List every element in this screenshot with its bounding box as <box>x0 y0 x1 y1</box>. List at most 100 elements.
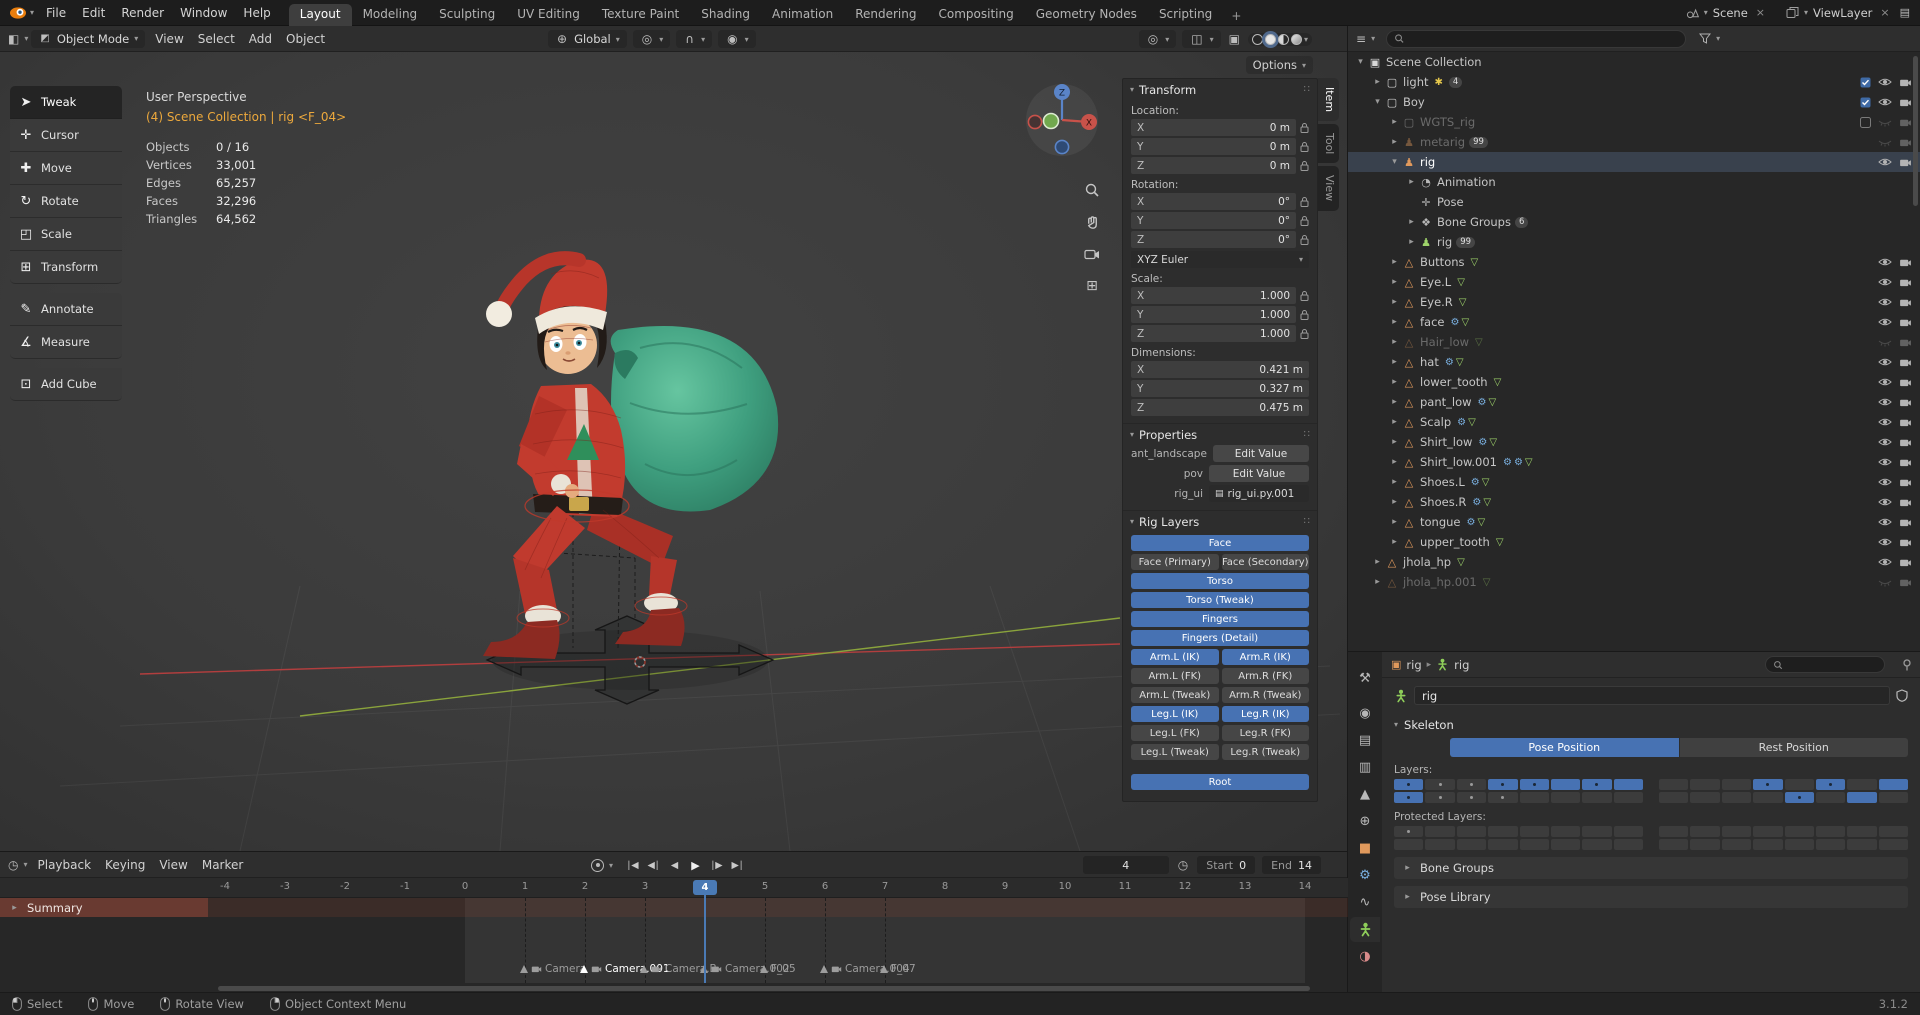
disclosure-closed-icon[interactable]: ▸ <box>1405 177 1418 187</box>
layer-toggle[interactable] <box>1394 839 1424 850</box>
layer-toggle[interactable] <box>1784 779 1814 790</box>
layer-toggle[interactable] <box>1613 779 1643 790</box>
navigation-gizmo[interactable]: Z X <box>1024 82 1100 158</box>
value-field-y[interactable]: Y 0.327 m <box>1131 380 1309 397</box>
value-field-z[interactable]: Z 0° <box>1131 231 1296 248</box>
value-field-y[interactable]: Y 0° <box>1131 212 1296 229</box>
solid-shading-button[interactable] <box>1264 33 1276 45</box>
disclosure-closed-icon[interactable]: ▸ <box>1371 557 1384 567</box>
layer-toggle[interactable] <box>1659 839 1689 850</box>
editor-type-icon[interactable]: ◷ <box>6 858 20 872</box>
disable-in-renders-camera-icon[interactable] <box>1899 298 1912 307</box>
layer-toggle[interactable] <box>1582 792 1612 803</box>
layer-toggle[interactable] <box>1425 779 1455 790</box>
workspace-tab-layout[interactable]: Layout <box>288 3 352 26</box>
disclosure-closed-icon[interactable]: ▸ <box>1388 437 1401 447</box>
next-keyframe-button[interactable]: ∣▶ <box>707 856 726 874</box>
marker-f-05[interactable]: F_05 <box>760 963 796 975</box>
layer-toggle[interactable] <box>1519 792 1549 803</box>
xray-toggle[interactable]: ▣ <box>1227 32 1242 46</box>
workspace-tab-scripting[interactable]: Scripting <box>1148 4 1223 26</box>
chevron-down-icon[interactable]: ▾ <box>1704 8 1708 17</box>
hide-in-viewport-eye-icon[interactable] <box>1878 77 1892 87</box>
workspace-tab-uv-editing[interactable]: UV Editing <box>506 4 591 26</box>
workspace-tab-sculpting[interactable]: Sculpting <box>428 4 506 26</box>
hide-in-viewport-eye-icon[interactable] <box>1878 157 1892 167</box>
disclosure-closed-icon[interactable]: ▸ <box>1388 257 1401 267</box>
rig-layer-root[interactable]: Root <box>1131 774 1309 790</box>
properties-panel-header[interactable]: ▾ Properties ∷ <box>1123 424 1317 445</box>
data-name-field[interactable]: rig <box>1414 686 1890 705</box>
disable-in-renders-camera-icon[interactable] <box>1899 578 1912 587</box>
outliner-row-lower-tooth[interactable]: ▸ △ lower_tooth ▽ <box>1348 372 1920 392</box>
layer-toggle[interactable] <box>1519 779 1549 790</box>
outliner-row-upper-tooth[interactable]: ▸ △ upper_tooth ▽ <box>1348 532 1920 552</box>
gizmos-dropdown[interactable]: ◎ ▾ <box>1138 30 1177 48</box>
layer-toggle[interactable] <box>1659 826 1689 837</box>
layer-toggle[interactable] <box>1753 792 1783 803</box>
timeline-horizontal-scrollbar[interactable] <box>218 986 1310 991</box>
lock-icon[interactable] <box>1300 234 1309 245</box>
outliner-row-hat[interactable]: ▸ △ hat ⚙ ▽ <box>1348 352 1920 372</box>
workspace-tab-rendering[interactable]: Rendering <box>844 4 927 26</box>
edit-value-button[interactable]: Edit Value <box>1212 445 1309 462</box>
hide-in-viewport-eye-icon[interactable] <box>1878 577 1892 587</box>
rendered-shading-button[interactable] <box>1290 33 1302 45</box>
lock-icon[interactable] <box>1300 215 1309 226</box>
properties-tab-world[interactable]: ⊕ <box>1350 809 1380 834</box>
outliner-row-light[interactable]: ▸ ▢ light ✱ 4 <box>1348 72 1920 92</box>
disclosure-closed-icon[interactable]: ▸ <box>1388 297 1401 307</box>
scale-tool-button[interactable]: ◰ Scale <box>10 218 122 251</box>
value-field-z[interactable]: Z 1.000 <box>1131 325 1296 342</box>
outliner-row-metarig[interactable]: ▸ ♟ metarig 99 <box>1348 132 1920 152</box>
rig-layer-arm-l-tweak-[interactable]: Arm.L (Tweak) <box>1131 687 1219 703</box>
value-field-x[interactable]: X0 m <box>1131 119 1296 136</box>
layer-toggle[interactable] <box>1784 826 1814 837</box>
layer-toggle[interactable] <box>1721 839 1752 850</box>
disable-in-renders-camera-icon[interactable] <box>1899 438 1912 447</box>
outliner-row-scalp[interactable]: ▸ △ Scalp ⚙ ▽ <box>1348 412 1920 432</box>
rig-layer-torso-tweak-[interactable]: Torso (Tweak) <box>1131 592 1309 608</box>
properties-tab-object[interactable]: ■ <box>1350 836 1380 861</box>
disable-in-renders-camera-icon[interactable] <box>1899 118 1912 127</box>
outliner-row-buttons[interactable]: ▸ △ Buttons ▽ <box>1348 252 1920 272</box>
add-workspace-button[interactable]: + <box>1223 6 1249 26</box>
transform-tool-button[interactable]: ⊞ Transform <box>10 251 122 284</box>
disclosure-closed-icon[interactable]: ▸ <box>1388 357 1401 367</box>
disable-in-renders-camera-icon[interactable] <box>1899 338 1912 347</box>
rig-layer-torso[interactable]: Torso <box>1131 573 1309 589</box>
viewport-menu-select[interactable]: Select <box>191 30 242 48</box>
breadcrumb-object[interactable]: rig <box>1406 658 1421 672</box>
outliner-row-eye-r[interactable]: ▸ △ Eye.R ▽ <box>1348 292 1920 312</box>
layer-toggle[interactable] <box>1659 779 1689 790</box>
outliner-row-scene-collection[interactable]: ▾ ▣ Scene Collection <box>1348 52 1920 72</box>
workspace-tab-modeling[interactable]: Modeling <box>352 4 429 26</box>
layer-toggle[interactable] <box>1878 826 1908 837</box>
mode-dropdown[interactable]: ◩ Object Mode ▾ <box>31 29 146 48</box>
exclude-checkbox[interactable] <box>1860 77 1871 88</box>
properties-tab-render[interactable]: ◉ <box>1350 701 1380 726</box>
outliner-row-animation[interactable]: ▸ ◔ Animation <box>1348 172 1920 192</box>
workspace-tab-shading[interactable]: Shading <box>690 4 761 26</box>
layer-toggle[interactable] <box>1753 779 1783 790</box>
cursor-tool-button[interactable]: ✛ Cursor <box>10 119 122 152</box>
lock-icon[interactable] <box>1300 122 1309 133</box>
pose-position-button[interactable]: Pose Position <box>1450 738 1679 757</box>
playhead-frame-badge[interactable]: 4 <box>693 880 717 895</box>
hide-in-viewport-eye-icon[interactable] <box>1878 317 1892 327</box>
outliner-row-hair-low[interactable]: ▸ △ Hair_low ▽ <box>1348 332 1920 352</box>
auto-keying-toggle[interactable] <box>588 856 607 874</box>
disable-in-renders-camera-icon[interactable] <box>1899 258 1912 267</box>
disable-in-renders-camera-icon[interactable] <box>1899 478 1912 487</box>
layer-toggle[interactable] <box>1456 792 1487 803</box>
outliner-row-wgts-rig[interactable]: ▸ ▢ WGTS_rig <box>1348 112 1920 132</box>
edit-value-button[interactable]: Edit Value <box>1209 465 1309 482</box>
topbar-menu-render[interactable]: Render <box>113 4 172 22</box>
layer-toggle[interactable] <box>1488 839 1518 850</box>
lock-icon[interactable] <box>1300 141 1309 152</box>
layer-toggle[interactable] <box>1815 839 1846 850</box>
disable-in-renders-camera-icon[interactable] <box>1899 498 1912 507</box>
play-button[interactable]: ▶ <box>686 856 705 874</box>
hide-in-viewport-eye-icon[interactable] <box>1878 417 1892 427</box>
prev-keyframe-button[interactable]: ◀∣ <box>644 856 663 874</box>
